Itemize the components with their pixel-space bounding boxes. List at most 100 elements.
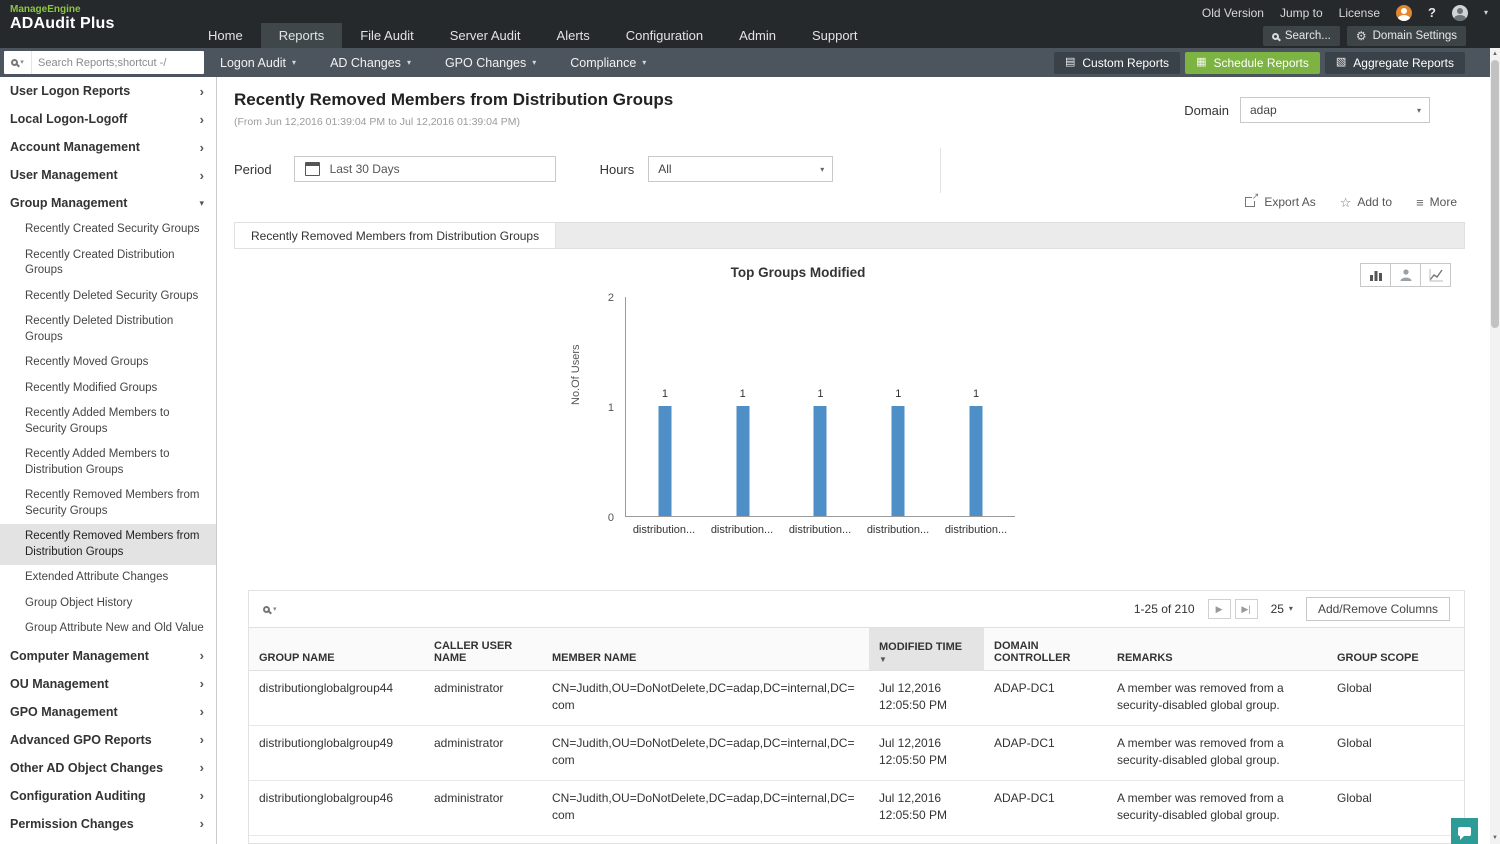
y-tick-label: 2 [608, 293, 614, 304]
sidebar-item-other-ad-object-changes[interactable]: Other AD Object Changes› [0, 754, 216, 782]
page-size-select[interactable]: 25 ▾ [1271, 602, 1293, 616]
sidebar-item-advanced-gpo-reports[interactable]: Advanced GPO Reports› [0, 726, 216, 754]
sidebar-item-recently-moved-groups[interactable]: Recently Moved Groups [0, 350, 216, 376]
menu-label: Compliance [570, 56, 636, 70]
chart-x-labels: distribution...distribution...distributi… [625, 524, 1015, 536]
sidebar-item-recently-deleted-security-groups[interactable]: Recently Deleted Security Groups [0, 284, 216, 310]
aggregate-reports-button[interactable]: ▧Aggregate Reports [1325, 52, 1465, 74]
sidebar-item-user-logon-reports[interactable]: User Logon Reports› [0, 77, 216, 105]
nav-item-server-audit[interactable]: Server Audit [432, 23, 539, 48]
domain-label: Domain [1184, 103, 1229, 118]
user-avatar[interactable] [1452, 5, 1468, 21]
sidebar-item-recently-removed-members-from-distribution-groups[interactable]: Recently Removed Members from Distributi… [0, 524, 216, 565]
table-search-icon[interactable]: ▾ [263, 606, 277, 613]
sidebar-item-group-attribute-new-and-old-value[interactable]: Group Attribute New and Old Value [0, 616, 216, 642]
chart-type-bar-button[interactable] [1360, 263, 1391, 287]
sidebar-item-recently-removed-members-from-security-groups[interactable]: Recently Removed Members from Security G… [0, 483, 216, 524]
chevron-right-icon: › [200, 85, 204, 98]
period-input[interactable]: Last 30 Days [294, 156, 556, 182]
sidebar-item-gpo-management[interactable]: GPO Management› [0, 698, 216, 726]
nav-item-support[interactable]: Support [794, 23, 876, 48]
column-header-caller-user-name[interactable]: CALLER USER NAME [424, 628, 542, 670]
scroll-down-arrow[interactable]: ▼ [1490, 832, 1500, 844]
report-search-input[interactable] [32, 57, 204, 69]
sidebar-item-account-management[interactable]: Account Management› [0, 133, 216, 161]
menu-logon-audit[interactable]: Logon Audit▾ [220, 56, 296, 70]
add-remove-columns-button[interactable]: Add/Remove Columns [1306, 597, 1450, 621]
sidebar-item-recently-added-members-to-security-groups[interactable]: Recently Added Members to Security Group… [0, 401, 216, 442]
cell-caller: administrator [424, 781, 542, 835]
custom-reports-button[interactable]: ▤Custom Reports [1054, 52, 1180, 74]
sidebar-item-recently-created-distribution-groups[interactable]: Recently Created Distribution Groups [0, 243, 216, 284]
scrollbar[interactable]: ▲ ▼ [1490, 48, 1500, 844]
next-page-button[interactable]: ▶ [1208, 599, 1231, 619]
column-header-modified-time[interactable]: MODIFIED TIME▼ [869, 628, 984, 670]
scroll-up-arrow[interactable]: ▲ [1490, 48, 1500, 60]
brand-logo: ManageEngine ADAudit Plus [10, 4, 115, 33]
more-label: More [1430, 195, 1457, 209]
sidebar-item-local-logon-logoff[interactable]: Local Logon-Logoff› [0, 105, 216, 133]
header-search-button[interactable]: Search... [1263, 26, 1340, 46]
add-to-button[interactable]: ☆ Add to [1340, 195, 1392, 209]
chart-user-view-button[interactable] [1390, 263, 1421, 287]
sidebar-item-label: Local Logon-Logoff [10, 112, 127, 126]
report-table-panel: ▾ 1-25 of 210 ▶ ▶| 25 ▾ Add/Remove Colum… [248, 590, 1465, 844]
sidebar-item-user-management[interactable]: User Management› [0, 161, 216, 189]
domain-select[interactable]: adap ▾ [1240, 97, 1430, 123]
nav-item-admin[interactable]: Admin [721, 23, 794, 48]
menu-gpo-changes[interactable]: GPO Changes▾ [445, 56, 536, 70]
column-header-domain-controller[interactable]: DOMAIN CONTROLLER [984, 628, 1107, 670]
nav-item-configuration[interactable]: Configuration [608, 23, 721, 48]
chat-button[interactable] [1451, 818, 1478, 844]
export-as-label: Export As [1264, 195, 1315, 209]
menu-compliance[interactable]: Compliance▾ [570, 56, 646, 70]
schedule-reports-button[interactable]: ▦Schedule Reports [1185, 52, 1320, 74]
sidebar-item-ou-management[interactable]: OU Management› [0, 670, 216, 698]
column-header-member-name[interactable]: MEMBER NAME [542, 628, 869, 670]
cell-modified: Jul 12,2016 12:05:50 PM [869, 671, 984, 725]
cell-scope: Global [1327, 726, 1465, 780]
sidebar-item-recently-added-members-to-distribution-groups[interactable]: Recently Added Members to Distribution G… [0, 442, 216, 483]
sidebar-item-permission-changes[interactable]: Permission Changes› [0, 810, 216, 838]
sidebar-item-configuration-auditing[interactable]: Configuration Auditing› [0, 782, 216, 810]
column-header-group-scope[interactable]: GROUP SCOPE [1327, 628, 1465, 670]
hours-select[interactable]: All ▾ [648, 156, 833, 182]
last-page-button[interactable]: ▶| [1235, 599, 1258, 619]
add-to-label: Add to [1357, 195, 1392, 209]
nav-item-alerts[interactable]: Alerts [539, 23, 608, 48]
help-icon[interactable]: ? [1428, 5, 1436, 20]
nav-item-reports[interactable]: Reports [261, 23, 343, 48]
sidebar-item-computer-management[interactable]: Computer Management› [0, 642, 216, 670]
nav-item-home[interactable]: Home [190, 23, 261, 48]
chat-icon [1458, 827, 1471, 836]
chart-bar-group: 1 [626, 297, 704, 516]
community-icon[interactable] [1396, 5, 1412, 21]
domain-settings-button[interactable]: ⚙ Domain Settings [1347, 26, 1466, 46]
utility-link-old-version[interactable]: Old Version [1202, 6, 1264, 20]
cell-dc: ADAP-DC1 [984, 781, 1107, 835]
caret-down-icon: ▾ [407, 59, 411, 67]
nav-item-file-audit[interactable]: File Audit [342, 23, 431, 48]
scrollbar-thumb[interactable] [1491, 60, 1499, 328]
chart-panel: Top Groups Modified [234, 250, 1465, 578]
sidebar-item-group-management[interactable]: Group Management▾ [0, 189, 216, 217]
sidebar-item-recently-modified-groups[interactable]: Recently Modified Groups [0, 376, 216, 402]
more-button[interactable]: ≡ More [1416, 195, 1457, 209]
column-header-group-name[interactable]: GROUP NAME [249, 628, 424, 670]
utility-link-license[interactable]: License [1339, 6, 1380, 20]
sidebar-item-recently-deleted-distribution-groups[interactable]: Recently Deleted Distribution Groups [0, 309, 216, 350]
export-as-button[interactable]: Export As [1245, 195, 1315, 209]
user-menu-caret-icon[interactable]: ▾ [1484, 9, 1488, 17]
column-header-remarks[interactable]: REMARKS [1107, 628, 1327, 670]
report-search-icon[interactable]: ▾ [4, 51, 32, 74]
sidebar-item-dns-changes[interactable]: DNS Changes› [0, 838, 216, 844]
sidebar-item-group-object-history[interactable]: Group Object History [0, 591, 216, 617]
export-icon [1245, 197, 1255, 207]
utility-link-jump-to[interactable]: Jump to [1280, 6, 1323, 20]
sidebar-item-extended-attribute-changes[interactable]: Extended Attribute Changes [0, 565, 216, 591]
chart-type-line-button[interactable] [1420, 263, 1451, 287]
sidebar-item-label: Computer Management [10, 649, 149, 663]
tab-recently-removed-members-from-distribution-groups[interactable]: Recently Removed Members from Distributi… [235, 223, 556, 248]
sidebar-item-recently-created-security-groups[interactable]: Recently Created Security Groups [0, 217, 216, 243]
menu-ad-changes[interactable]: AD Changes▾ [330, 56, 411, 70]
